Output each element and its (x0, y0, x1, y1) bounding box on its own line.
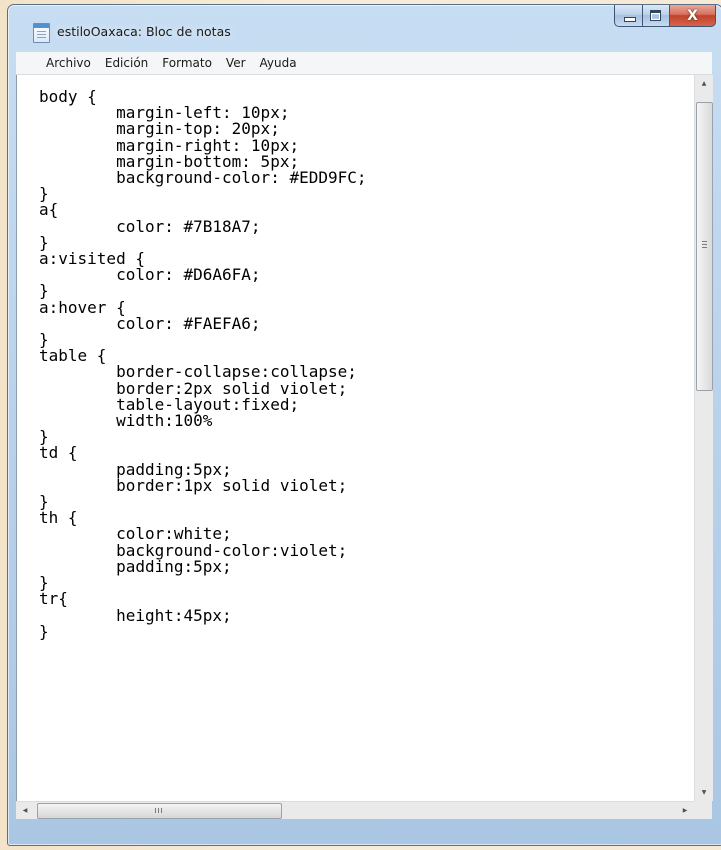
window-bottom-border (8, 819, 721, 845)
vertical-grip-icon (702, 241, 707, 249)
scroll-left-button[interactable]: ◀ (16, 802, 34, 819)
caption-buttons: X (614, 5, 716, 27)
horizontal-scrollbar[interactable]: ◀ ▶ (16, 801, 694, 819)
scroll-up-icon: ▲ (701, 80, 707, 87)
text-editor[interactable]: body { margin-left: 10px; margin-top: 20… (16, 75, 695, 801)
menu-formato[interactable]: Formato (156, 56, 218, 70)
scroll-right-icon: ▶ (682, 807, 688, 814)
menu-ver[interactable]: Ver (220, 56, 252, 70)
scroll-up-button[interactable]: ▲ (695, 75, 713, 92)
maximize-button[interactable] (643, 5, 670, 27)
title-bar[interactable]: estiloOaxaca: Bloc de notas X (8, 5, 721, 52)
menu-bar: Archivo Edición Formato Ver Ayuda (16, 52, 712, 75)
minimize-icon (624, 17, 636, 22)
menu-archivo[interactable]: Archivo (40, 56, 97, 70)
scrollbar-corner (694, 801, 712, 819)
vertical-scrollbar[interactable]: ▲ ▼ (694, 75, 713, 801)
horizontal-grip-icon (155, 808, 163, 813)
maximize-icon (650, 10, 661, 21)
scroll-down-icon: ▼ (701, 789, 707, 796)
minimize-button[interactable] (614, 5, 643, 27)
scroll-down-button[interactable]: ▼ (695, 784, 713, 801)
notepad-window: estiloOaxaca: Bloc de notas X Archivo Ed… (7, 4, 721, 846)
close-icon: X (687, 7, 698, 24)
scroll-right-button[interactable]: ▶ (676, 802, 694, 819)
close-button[interactable]: X (670, 5, 716, 27)
editor-text[interactable]: body { margin-left: 10px; margin-top: 20… (17, 75, 695, 640)
vertical-scroll-thumb[interactable] (696, 102, 713, 391)
menu-ayuda[interactable]: Ayuda (254, 56, 303, 70)
notepad-icon[interactable] (33, 23, 50, 43)
window-title: estiloOaxaca: Bloc de notas (57, 24, 231, 39)
horizontal-scroll-thumb[interactable] (37, 803, 282, 819)
menu-edicion[interactable]: Edición (99, 56, 154, 70)
scroll-left-icon: ◀ (22, 807, 28, 814)
